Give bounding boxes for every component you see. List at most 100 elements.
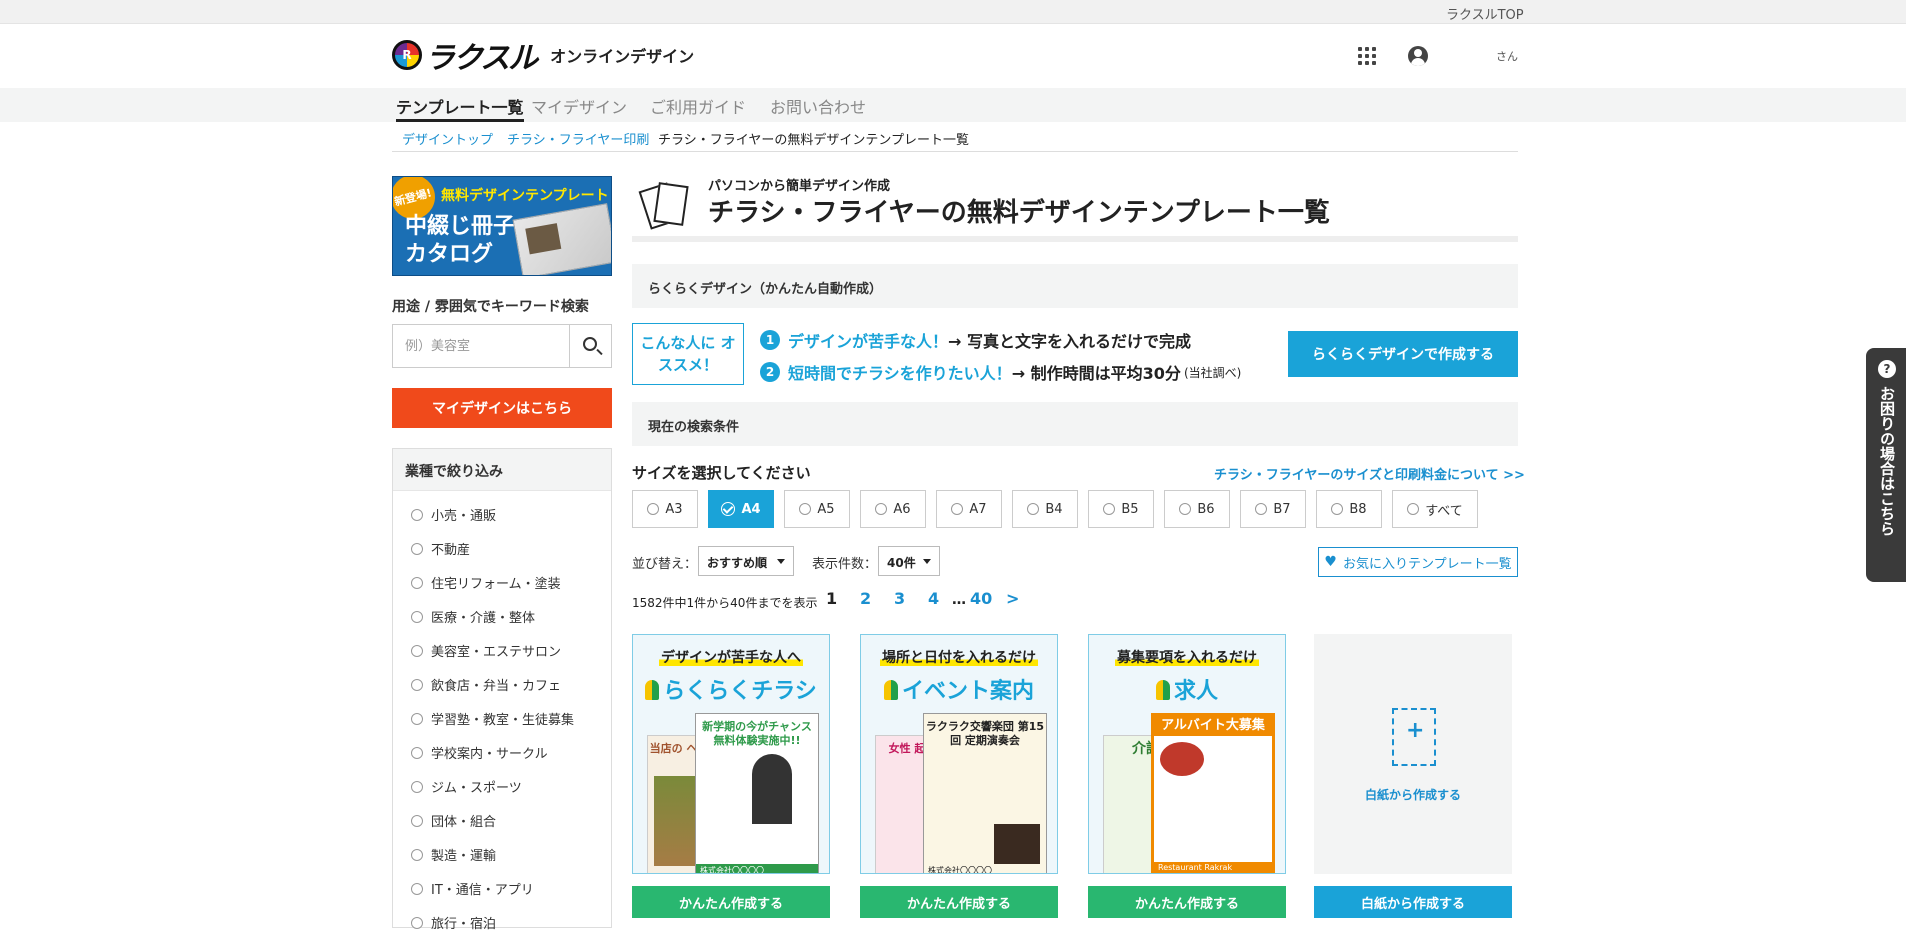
radio-icon [411, 610, 423, 623]
radio-icon [411, 712, 423, 725]
radio-icon [647, 503, 660, 515]
industry-option[interactable]: 学校案内・サークル [411, 743, 548, 762]
search-icon [583, 337, 597, 351]
template-card-event[interactable]: 場所と日付を入れるだけ イベント案内 女性 起業支 ラクラク交響楽団 第15回 … [860, 634, 1058, 874]
page-next[interactable]: > [1006, 589, 1019, 608]
search-conditions-header: 現在の検索条件 [632, 402, 1518, 446]
logo-text: ラクスル [425, 41, 538, 76]
radio-icon [875, 503, 888, 515]
logo[interactable]: R ラクスル オンラインデザイン [392, 38, 694, 76]
radio-icon [951, 503, 964, 515]
size-option-b4[interactable]: B4 [1012, 490, 1078, 528]
industry-option[interactable]: 医療・介護・整体 [411, 607, 535, 626]
create-rakuraku-button[interactable]: かんたん作成する [632, 886, 830, 918]
industry-option[interactable]: 製造・運輸 [411, 845, 496, 864]
tab-guide[interactable]: ご利用ガイド [650, 94, 746, 122]
radio-icon [1179, 503, 1192, 515]
title-divider [632, 236, 1518, 242]
radio-icon [411, 916, 423, 929]
industry-filter-title: 業種で絞り込み [393, 449, 611, 491]
per-page-select[interactable]: 40件 [878, 546, 940, 576]
radio-icon [411, 814, 423, 827]
flyer-stack-icon [638, 180, 692, 230]
size-option-a4[interactable]: A4 [708, 490, 774, 528]
tab-template-list[interactable]: テンプレート一覧 [396, 94, 524, 122]
size-option-b5[interactable]: B5 [1088, 490, 1154, 528]
recommend-line-2: 2 短時間でチラシを作りたい人！ → 制作時間は平均30分 (当社調べ) [760, 360, 1241, 384]
size-option-b8[interactable]: B8 [1316, 490, 1382, 528]
size-option-b6[interactable]: B6 [1164, 490, 1230, 528]
template-card-rakuraku[interactable]: デザインが苦手な人へ らくらくチラシ 当店の ヘルシー 新学期の今がチャンス 無… [632, 634, 830, 874]
page-2[interactable]: 2 [860, 589, 871, 608]
industry-option[interactable]: 旅行・宿泊 [411, 913, 496, 932]
radio-icon [411, 576, 423, 589]
card-caption: 募集要項を入れるだけ [1115, 650, 1259, 666]
header: R ラクスル オンラインデザイン さん [0, 24, 1906, 88]
industry-option[interactable]: 飲食店・弁当・カフェ [411, 675, 561, 694]
industry-option[interactable]: 美容室・エステサロン [411, 641, 561, 660]
industry-option[interactable]: ジム・スポーツ [411, 777, 522, 796]
radio-icon [411, 746, 423, 759]
breadcrumb-flyer-printing[interactable]: チラシ・フライヤー印刷 [507, 129, 649, 148]
industry-option[interactable]: 住宅リフォーム・塗装 [411, 573, 561, 592]
breadcrumb: デザイントップ チラシ・フライヤー印刷 チラシ・フライヤーの無料デザインテンプレ… [392, 122, 1518, 152]
industry-filter: 業種で絞り込み 小売・通販 不動産 住宅リフォーム・塗装 医療・介護・整体 美容… [392, 448, 612, 932]
radio-icon [1027, 503, 1040, 515]
page-40[interactable]: 40 [970, 589, 992, 608]
sort-select[interactable]: おすすめ順 [698, 546, 794, 576]
create-recruit-button[interactable]: かんたん作成する [1088, 886, 1286, 918]
radio-icon [411, 542, 423, 555]
size-option-a5[interactable]: A5 [784, 490, 850, 528]
per-page-label: 表示件数： [812, 557, 878, 572]
keyword-search-label: 用途 / 雰囲気でキーワード検索 [392, 299, 589, 315]
breadcrumb-design-top[interactable]: デザイントップ [402, 129, 493, 148]
industry-option[interactable]: 不動産 [411, 539, 470, 558]
recommend-line-1: 1 デザインが苦手な人！ → 写真と文字を入れるだけで完成 [760, 328, 1191, 352]
radio-icon [411, 848, 423, 861]
industry-option[interactable]: 学習塾・教室・生徒募集 [411, 709, 574, 728]
create-event-button[interactable]: かんたん作成する [860, 886, 1058, 918]
help-tab-text: お困りの場合はこちら [1878, 386, 1896, 536]
blank-template-card[interactable]: 白紙から作成する [1314, 634, 1512, 874]
breadcrumb-current: チラシ・フライヤーの無料デザインテンプレート一覧 [658, 133, 969, 148]
search-button[interactable] [569, 325, 611, 367]
size-option-b7[interactable]: B7 [1240, 490, 1306, 528]
main-nav: テンプレート一覧 マイデザイン ご利用ガイド お問い合わせ [0, 88, 1906, 122]
catalog-banner[interactable]: 新登場! 無料デザインテンプレート 中綴じ冊子カタログ [392, 176, 612, 276]
page-3[interactable]: 3 [894, 589, 905, 608]
industry-option[interactable]: IT・通信・アプリ [411, 879, 534, 898]
industry-option[interactable]: 小売・通販 [411, 505, 496, 524]
card-caption: 場所と日付を入れるだけ [880, 650, 1038, 666]
grid-icon[interactable] [1358, 47, 1376, 65]
logo-mark-icon: R [392, 40, 422, 70]
size-option-a6[interactable]: A6 [860, 490, 926, 528]
radio-icon [1407, 503, 1420, 515]
size-option-a3[interactable]: A3 [632, 490, 698, 528]
page-ellipsis: … [952, 592, 966, 608]
question-icon: ? [1878, 360, 1896, 378]
tab-my-design[interactable]: マイデザイン [531, 94, 627, 122]
my-design-button[interactable]: マイデザインはこちら [392, 388, 612, 428]
industry-option[interactable]: 団体・組合 [411, 811, 496, 830]
size-option-a7[interactable]: A7 [936, 490, 1002, 528]
page-1: 1 [826, 589, 838, 608]
favorites-button[interactable]: ♥ お気に入りテンプレート一覧 [1318, 547, 1518, 577]
rakuraku-create-button[interactable]: らくらくデザインで作成する [1288, 331, 1518, 377]
recommend-badge: こんな人に オススメ！ [632, 323, 744, 385]
page-4[interactable]: 4 [928, 589, 939, 608]
radio-icon [411, 678, 423, 691]
card-caption: デザインが苦手な人へ [659, 650, 803, 666]
rakuraku-section-header: らくらくデザイン（かんたん自動作成） [632, 264, 1518, 308]
thumbnail-front: 新学期の今がチャンス 無料体験実施中!! 株式会社〇〇〇〇 [695, 713, 819, 873]
size-price-link[interactable]: チラシ・フライヤーのサイズと印刷料金について >> [1214, 464, 1525, 483]
card-title: 求人 [1173, 679, 1218, 704]
add-document-icon [1392, 708, 1436, 766]
size-option-all[interactable]: すべて [1392, 490, 1478, 528]
help-tab[interactable]: ? お困りの場合はこちら [1866, 348, 1906, 582]
tab-contact[interactable]: お問い合わせ [770, 94, 866, 122]
template-card-recruit[interactable]: 募集要項を入れるだけ 求人 介護 アルバイト大募集 Restaurant Rak… [1088, 634, 1286, 874]
create-blank-button[interactable]: 白紙から作成する [1314, 886, 1512, 918]
keyword-search-input[interactable] [393, 325, 569, 367]
user-circle-icon[interactable] [1408, 46, 1428, 66]
raksul-top-link[interactable]: ラクスルTOP [1446, 4, 1524, 23]
